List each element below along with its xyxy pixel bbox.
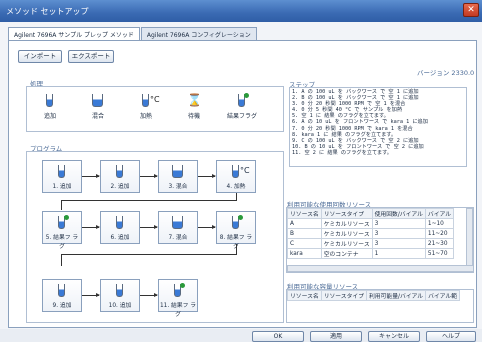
program-step-1[interactable]: 1. 追加 [42, 160, 82, 193]
table-row[interactable]: kara 空のコンテナ 1 51~70 [287, 248, 455, 259]
mix-tube-icon [171, 164, 185, 179]
program-step-2[interactable]: 2. 追加 [100, 160, 140, 193]
result-flag-icon [235, 93, 249, 108]
column-header[interactable]: リソースタイプ [320, 208, 373, 219]
flow-arrow [140, 174, 158, 178]
flow-arrow [198, 225, 216, 229]
flow-connector [61, 254, 62, 266]
version-label: バージョン 2330.0 [417, 69, 475, 77]
add-tube-icon [113, 164, 127, 179]
result-flag-icon [171, 283, 185, 298]
flow-arrow [82, 293, 100, 297]
process-item-mix[interactable]: 混合 [83, 93, 113, 120]
flow-connector [61, 200, 237, 201]
step-line: 11. 空 2 に 結果 のフラグを立てます。 [292, 149, 392, 156]
flow-arrow [140, 225, 158, 229]
resources-table: リソース名 リソースタイプ 使用回数/バイアル バイアル A ケミカルリソース … [287, 208, 455, 259]
tab-sample-prep-method[interactable]: Agilent 7696A サンプル プレップ メソッド [8, 27, 140, 41]
title-bar: メソッド セットアップ ✕ [0, 0, 482, 22]
program-step-8[interactable]: 8. 結果フ ラグ [216, 211, 256, 250]
flow-arrow [82, 225, 100, 229]
process-item-heat[interactable]: °C 加熱 [131, 93, 161, 120]
flow-connector [236, 193, 237, 200]
flow-arrow [140, 293, 158, 297]
cancel-button[interactable]: キャンセル [368, 331, 420, 342]
heat-tube-icon: °C [229, 164, 250, 179]
table-row[interactable]: C ケミカルリソース 3 21~30 [287, 238, 455, 249]
vertical-scrollbar[interactable] [466, 208, 473, 266]
program-step-9[interactable]: 9. 追加 [42, 279, 82, 312]
horizontal-scrollbar[interactable] [287, 265, 473, 272]
add-tube-icon [113, 215, 127, 230]
column-header[interactable]: バイアル範 [425, 290, 461, 301]
hourglass-icon: ⌛ [187, 93, 202, 107]
export-button[interactable]: エクスポート [68, 50, 114, 63]
process-panel: 追加 混合 °C 加熱 ⌛ 待機 結果フラグ [26, 86, 284, 132]
column-header[interactable]: リソースタイプ [320, 290, 368, 301]
add-tube-icon [43, 93, 57, 108]
column-header[interactable]: リソース名 [287, 208, 322, 219]
ok-button[interactable]: OK [252, 331, 304, 342]
add-tube-icon [113, 283, 127, 298]
window-title: メソッド セットアップ [6, 7, 89, 16]
process-item-add[interactable]: 追加 [35, 93, 65, 120]
program-step-4[interactable]: °C 4. 加熱 [216, 160, 256, 193]
result-flag-icon [229, 215, 243, 230]
mix-tube-icon [91, 93, 105, 108]
program-step-6[interactable]: 6. 追加 [100, 211, 140, 244]
capacity-table-panel: リソース名 リソースタイプ 利用可能量/バイアル バイアル範 [286, 289, 474, 323]
tab-bar: Agilent 7696A サンプル プレップ メソッド Agilent 769… [8, 27, 258, 41]
flow-connector [61, 200, 62, 210]
flow-connector [236, 244, 237, 254]
close-icon[interactable]: ✕ [463, 3, 479, 17]
mix-tube-icon [171, 215, 185, 230]
add-tube-icon [55, 164, 69, 179]
column-header[interactable]: バイアル [424, 208, 455, 219]
column-header[interactable]: リソース名 [287, 290, 322, 301]
program-step-3[interactable]: 3. 混合 [158, 160, 198, 193]
apply-button[interactable]: 適用 [310, 331, 362, 342]
table-row[interactable]: A ケミカルリソース 3 1~10 [287, 218, 455, 229]
column-header[interactable]: 使用回数/バイアル [371, 208, 426, 219]
tab-configuration[interactable]: Agilent 7696A コンフィグレーション [140, 27, 257, 41]
program-step-11[interactable]: 11. 結果フ ラグ [158, 279, 198, 318]
heat-tube-icon: °C [139, 93, 160, 108]
flow-connector [61, 254, 237, 255]
help-button[interactable]: ヘルプ [426, 331, 476, 342]
flow-arrow [82, 174, 100, 178]
capacity-table: リソース名 リソースタイプ 利用可能量/バイアル バイアル範 [287, 290, 461, 301]
add-tube-icon [55, 283, 69, 298]
resources-table-panel: リソース名 リソースタイプ 使用回数/バイアル バイアル A ケミカルリソース … [286, 207, 474, 273]
method-setup-window: メソッド セットアップ ✕ Agilent 7696A サンプル プレップ メソ… [0, 0, 482, 342]
program-step-5[interactable]: 5. 結果フ ラグ [42, 211, 82, 250]
flow-arrow [198, 174, 216, 178]
import-button[interactable]: インポート [18, 50, 62, 63]
process-item-wait[interactable]: ⌛ 待機 [179, 93, 209, 120]
process-item-result-flag[interactable]: 結果フラグ [227, 93, 257, 120]
program-step-7[interactable]: 7. 混合 [158, 211, 198, 244]
column-header[interactable]: 利用可能量/バイアル [365, 290, 427, 301]
table-row[interactable]: B ケミカルリソース 3 11~20 [287, 228, 455, 239]
program-step-10[interactable]: 10. 追加 [100, 279, 140, 312]
result-flag-icon [55, 215, 69, 230]
steps-list[interactable]: 1. A の 100 uL を バックワース で 空 1 に追加 2. B の … [289, 87, 467, 167]
